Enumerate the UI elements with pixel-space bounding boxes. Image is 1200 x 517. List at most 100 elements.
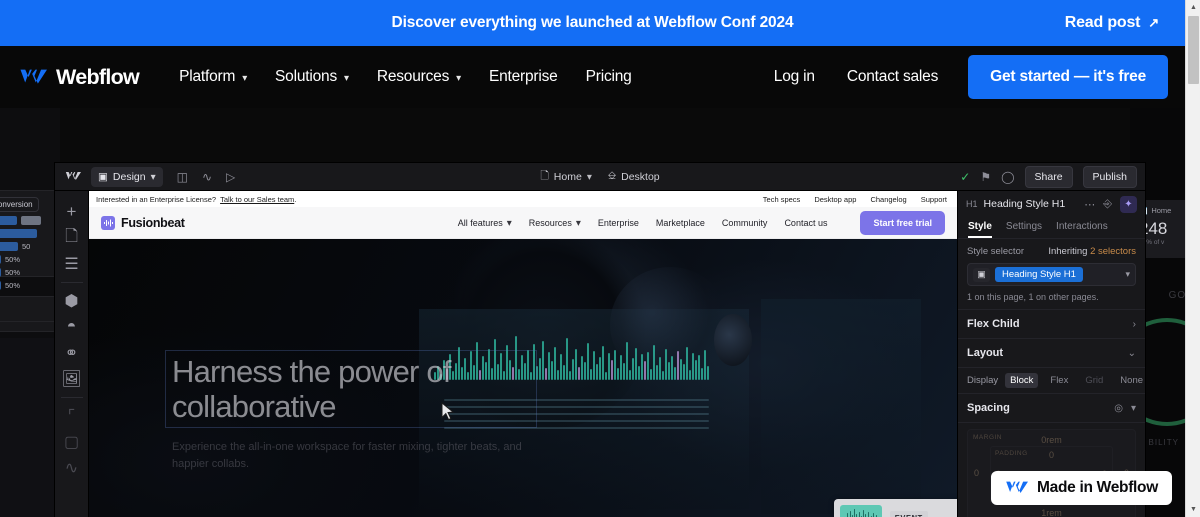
scroll-up-arrow-icon[interactable]: ▲ [1186, 0, 1200, 15]
made-in-webflow-badge[interactable]: Made in Webflow [991, 471, 1172, 505]
topbar-link-changelog[interactable]: Changelog [870, 195, 906, 204]
cms-database-icon[interactable]: ◫ [177, 171, 188, 183]
webflow-mark-icon[interactable] [65, 171, 81, 182]
site-nav-enterprise[interactable]: Enterprise [598, 218, 639, 228]
fusionbeat-brand[interactable]: Fusionbeat [101, 216, 185, 230]
add-field-card[interactable]: dd field [0, 296, 60, 332]
flag-tag-icon[interactable]: ⚑ [980, 171, 991, 183]
sales-team-link[interactable]: Talk to our Sales team [220, 195, 294, 204]
hero-screenshot-area: es by Conversion 50 50% 50% 50% dd field… [0, 108, 1185, 517]
chevron-down-icon[interactable]: ▾ [1125, 269, 1130, 280]
site-nav-contact-us[interactable]: Contact us [784, 218, 827, 228]
waveform-bar [587, 343, 589, 380]
waveform-bar [707, 366, 709, 380]
publish-button[interactable]: Publish [1083, 166, 1137, 188]
margin-bottom-value[interactable]: 1rem [1041, 508, 1062, 517]
hero-subheading[interactable]: Experience the all-in-one workspace for … [172, 439, 542, 472]
event-card[interactable]: EVENT Registration for FusionConf is ope… [834, 499, 957, 517]
read-post-link[interactable]: Read post ↗ [1065, 14, 1159, 32]
code-line: +json"> [0, 382, 60, 392]
add-element-icon[interactable]: + [55, 199, 89, 225]
scrollbar-thumb[interactable] [1188, 16, 1199, 84]
chevron-down-icon[interactable]: ▾ [1131, 403, 1136, 414]
share-button[interactable]: Share [1025, 166, 1073, 188]
waveform-bar [698, 355, 700, 380]
monitor-glow-right [761, 299, 921, 514]
site-nav-marketplace[interactable]: Marketplace [656, 218, 705, 228]
nav-item-resources[interactable]: Resources ▾ [363, 68, 475, 86]
apps-icon[interactable]: ▢ [55, 429, 89, 455]
assets-icon[interactable]: ◓ [55, 314, 89, 340]
nav-item-label: Platform [179, 68, 235, 86]
display-option-block[interactable]: Block [1005, 373, 1038, 388]
navigator-icon[interactable]: ☰ [55, 251, 89, 277]
hero-heading[interactable]: Harness the power of collaborative [166, 351, 536, 427]
waveform-bar [695, 360, 697, 380]
webflow-logo-icon [1005, 480, 1028, 496]
site-navigation: Fusionbeat All features ▾ Resources ▾ En… [89, 207, 957, 239]
designer-right-actions: ✓ ⚑ ◯ Share Publish [960, 166, 1137, 188]
selector-chip[interactable]: Heading Style H1 [995, 267, 1083, 282]
webflow-brand[interactable]: Webflow [19, 65, 139, 90]
components-icon[interactable]: ⬢ [55, 288, 89, 314]
display-option-grid[interactable]: Grid [1080, 373, 1108, 388]
topbar-link-desktop-app[interactable]: Desktop app [814, 195, 856, 204]
waveform-bar [557, 370, 559, 380]
tab-interactions[interactable]: Interactions [1056, 217, 1108, 238]
preview-play-icon[interactable]: ▷ [226, 171, 235, 183]
style-panel-header-actions: ⋯ ⎆ ✦ [1084, 196, 1137, 213]
nav-item-enterprise[interactable]: Enterprise [475, 68, 572, 86]
section-flex-child[interactable]: Flex Child › [958, 310, 1145, 339]
chart-filter-pill[interactable]: Conversion [0, 197, 39, 212]
site-nav-community[interactable]: Community [722, 218, 768, 228]
designer-canvas[interactable]: Interested in an Enterprise License? Tal… [89, 191, 957, 517]
analyze-chart-icon[interactable]: ∿ [202, 171, 212, 183]
topbar-link-support[interactable]: Support [921, 195, 947, 204]
chevron-down-icon: ▾ [151, 172, 156, 183]
waveform-bar [683, 364, 685, 380]
ai-sparkle-icon[interactable]: ✦ [1120, 196, 1137, 213]
tab-style[interactable]: Style [968, 217, 992, 238]
login-link[interactable]: Log in [758, 68, 831, 86]
breakpoint-selector[interactable]: ⎒ Desktop [608, 170, 660, 183]
site-nav-all-features[interactable]: All features ▾ [458, 217, 512, 228]
tab-settings[interactable]: Settings [1006, 217, 1042, 238]
style-selector-label: Style selector [967, 246, 1024, 257]
start-free-trial-button[interactable]: Start free trial [860, 211, 945, 235]
ellipsis-icon[interactable]: ⋯ [1084, 198, 1095, 211]
margin-left-value[interactable]: 0 [974, 468, 979, 478]
waveform-bar [560, 354, 562, 380]
chevron-down-icon: ▾ [576, 218, 581, 229]
pages-icon[interactable]: 🗋 [55, 225, 89, 251]
site-topbar-links: Tech specs Desktop app Changelog Support [763, 195, 957, 204]
display-option-flex[interactable]: Flex [1045, 373, 1073, 388]
waveform-bar [575, 349, 577, 380]
spacing-target-icon[interactable]: ◎ [1114, 403, 1123, 414]
margin-top-value[interactable]: 0rem [1041, 435, 1062, 445]
variables-icon[interactable]: ⚭ [55, 340, 89, 366]
logic-icon[interactable]: ⌜ [55, 403, 89, 429]
site-nav-resources[interactable]: Resources ▾ [529, 217, 581, 228]
add-component-icon[interactable]: ⎆ [1103, 198, 1112, 211]
browser-scrollbar[interactable]: ▲ ▼ [1185, 0, 1200, 517]
waveform-bar [593, 351, 595, 380]
padding-top-value[interactable]: 0 [1049, 450, 1054, 460]
selector-input[interactable]: ▣ Heading Style H1 ▾ [967, 263, 1136, 286]
display-option-none[interactable]: None [1115, 373, 1145, 388]
nav-item-solutions[interactable]: Solutions ▾ [261, 68, 363, 86]
image-library-icon[interactable]: 🖼 [55, 366, 89, 392]
nav-item-pricing[interactable]: Pricing [572, 68, 646, 86]
section-spacing[interactable]: Spacing ◎ ▾ [958, 394, 1145, 423]
section-layout[interactable]: Layout ⌄ [958, 339, 1145, 368]
scroll-down-arrow-icon[interactable]: ▼ [1186, 502, 1200, 517]
page-selector[interactable]: 🗋 Home ▾ [540, 168, 592, 186]
nav-item-platform[interactable]: Platform ▾ [165, 68, 261, 86]
interactions-icon[interactable]: ∿ [55, 455, 89, 481]
topbar-link-tech-specs[interactable]: Tech specs [763, 195, 801, 204]
style-panel-header: H1 Heading Style H1 ⋯ ⎆ ✦ [958, 191, 1145, 217]
get-started-button[interactable]: Get started — it's free [968, 55, 1168, 99]
code-line: .org", [0, 414, 60, 424]
contact-sales-link[interactable]: Contact sales [831, 68, 954, 86]
comment-bubble-icon[interactable]: ◯ [1001, 171, 1014, 183]
design-mode-chip[interactable]: ▣ Design ▾ [91, 167, 163, 187]
